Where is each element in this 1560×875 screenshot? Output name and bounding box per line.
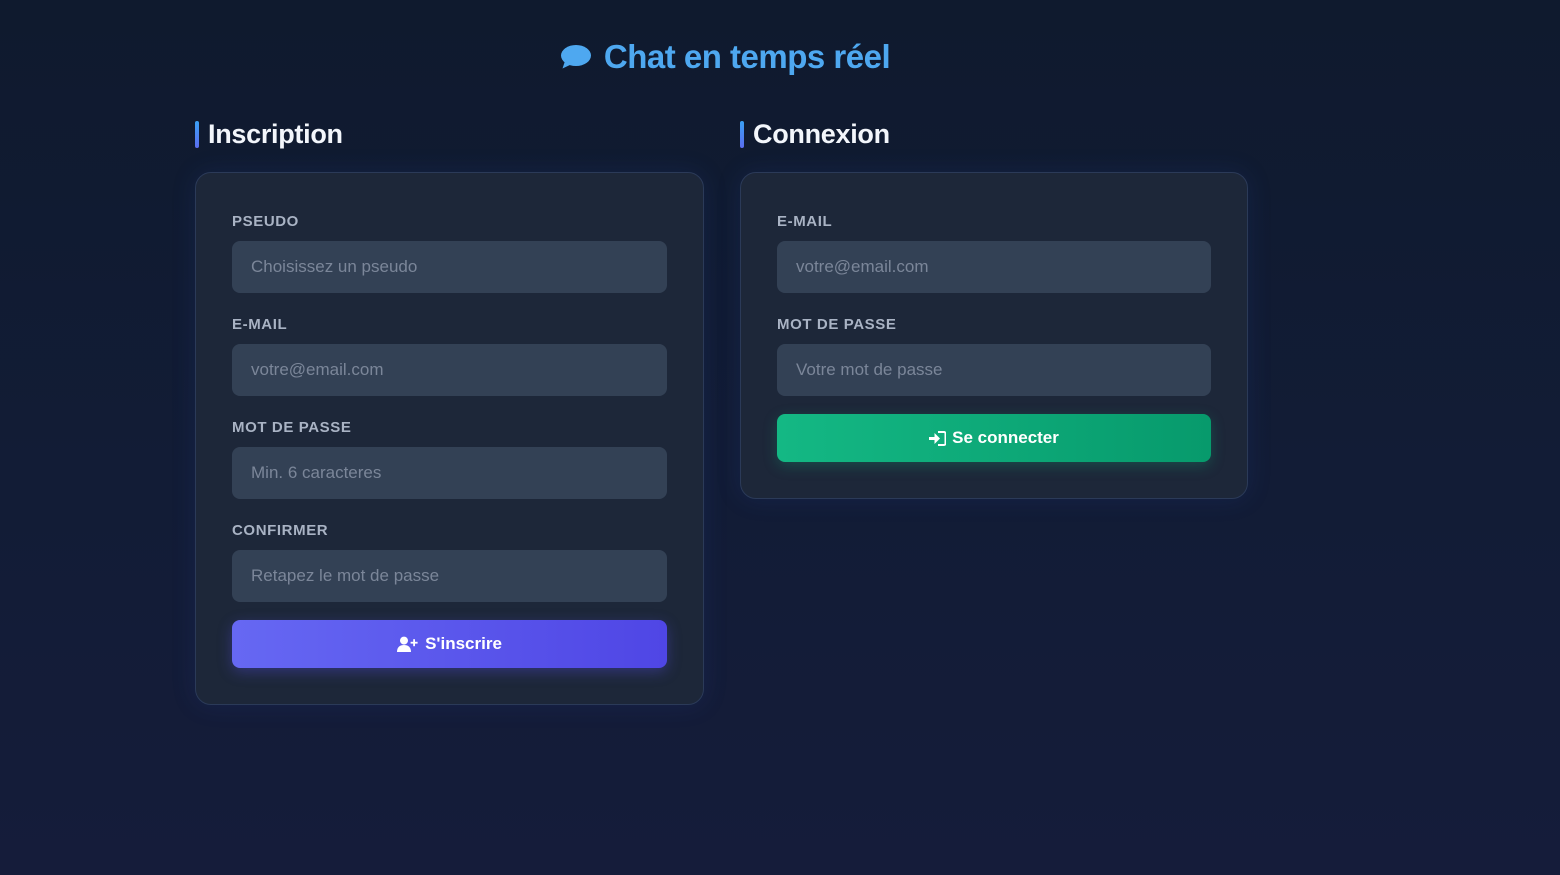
signup-section: Inscription PSEUDO E-MAIL MOT DE PASSE C… xyxy=(195,118,704,705)
login-button-label: Se connecter xyxy=(952,428,1059,447)
heading-accent-bar xyxy=(195,120,199,148)
signup-title: Inscription xyxy=(208,118,343,149)
login-form: E-MAIL MOT DE PASSE Se connecter xyxy=(740,172,1248,499)
confirm-password-label: CONFIRMER xyxy=(232,522,329,539)
app-title: Chat en temps réel xyxy=(603,38,891,75)
pseudo-input[interactable] xyxy=(232,241,667,293)
app-header: Chat en temps réel xyxy=(0,38,1450,76)
signup-password-label: MOT DE PASSE xyxy=(232,419,352,436)
pseudo-label: PSEUDO xyxy=(232,213,299,230)
confirm-password-input[interactable] xyxy=(232,550,667,602)
signup-form: PSEUDO E-MAIL MOT DE PASSE CONFIRMER S'i… xyxy=(195,172,704,705)
signup-button[interactable]: S'inscrire xyxy=(232,620,667,668)
login-email-input[interactable] xyxy=(777,241,1211,293)
sign-in-icon xyxy=(929,430,947,446)
user-plus-icon xyxy=(397,636,419,653)
login-heading: Connexion xyxy=(740,118,1248,150)
login-button[interactable]: Se connecter xyxy=(777,414,1211,462)
login-password-input[interactable] xyxy=(777,344,1211,396)
signup-password-input[interactable] xyxy=(232,447,667,499)
signup-email-input[interactable] xyxy=(232,344,667,396)
login-title: Connexion xyxy=(753,118,890,149)
heading-accent-bar xyxy=(740,120,744,148)
login-section: Connexion E-MAIL MOT DE PASSE Se connect… xyxy=(740,118,1248,499)
signup-email-label: E-MAIL xyxy=(232,316,288,333)
login-email-label: E-MAIL xyxy=(777,213,833,230)
signup-button-label: S'inscrire xyxy=(425,634,502,653)
login-password-label: MOT DE PASSE xyxy=(777,316,897,333)
signup-heading: Inscription xyxy=(195,118,704,150)
chat-bubble-icon xyxy=(560,44,592,70)
